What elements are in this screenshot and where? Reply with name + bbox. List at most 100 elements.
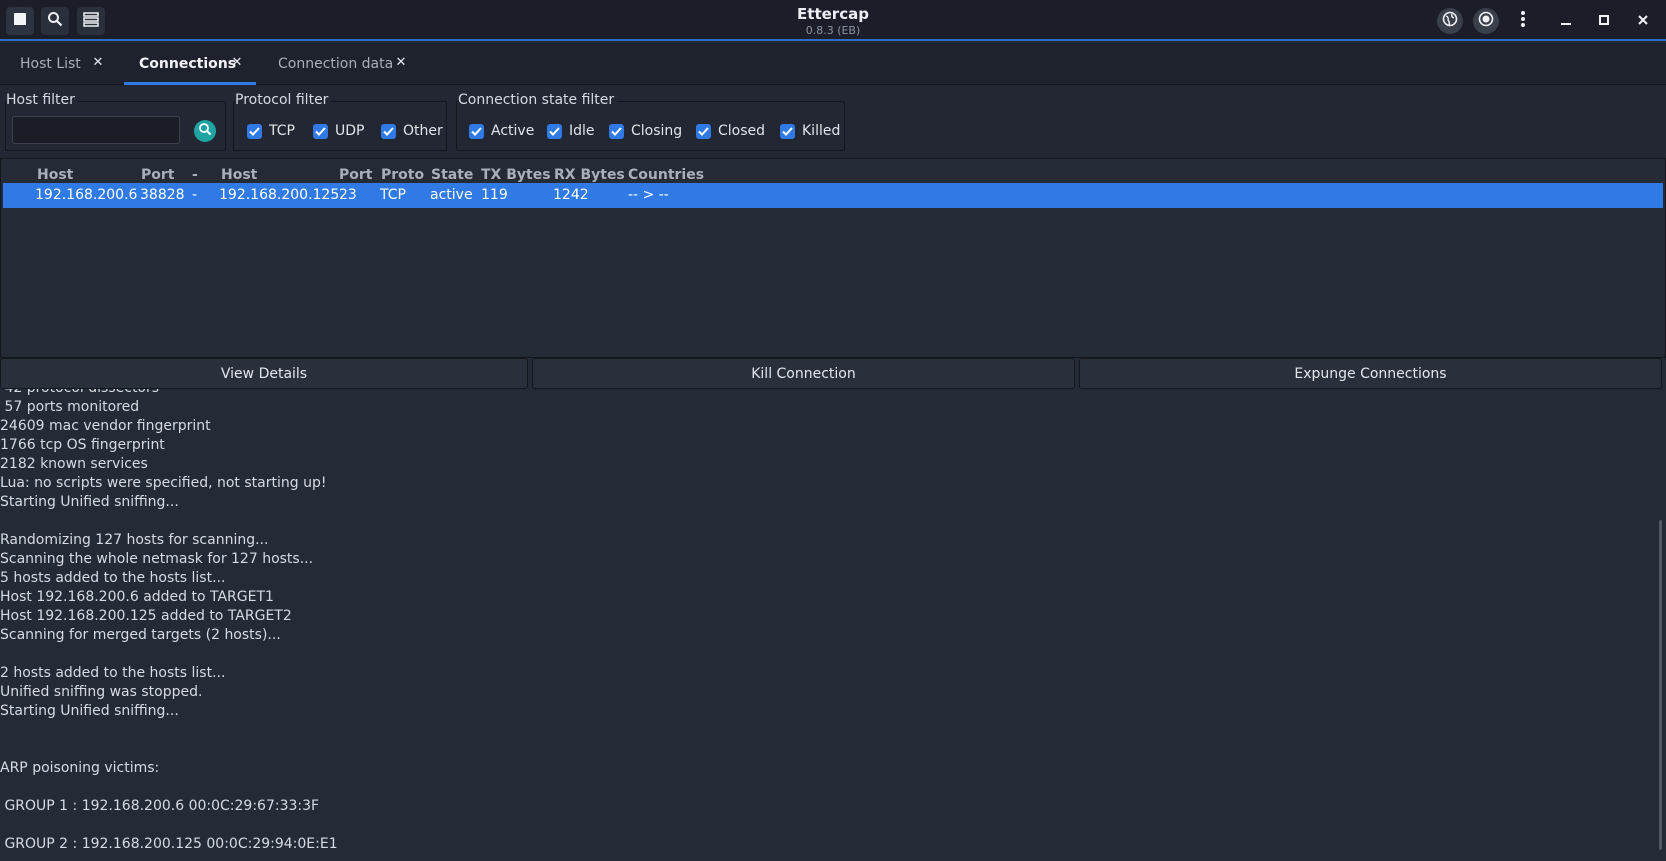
cell-rx: 1242 (553, 187, 589, 203)
cell-port2: 23 (339, 187, 357, 203)
protocol-tcp-checkbox[interactable]: TCP (247, 123, 295, 139)
header-bar: Ettercap 0.8.3 (EB) (0, 0, 1666, 41)
log-panel[interactable]: 42 protocol dissectors 57 ports monitore… (0, 389, 1666, 859)
log-line: ARP poisoning victims: (0, 760, 160, 776)
checkmark-icon (609, 123, 624, 139)
host-filter-search-button[interactable] (194, 120, 216, 142)
log-line: 2 hosts added to the hosts list... (0, 665, 226, 681)
minimize-button[interactable] (1553, 8, 1579, 34)
host-filter-label: Host filter (6, 92, 78, 108)
protocol-other-checkbox[interactable]: Other (381, 123, 443, 139)
protocol-filter-label: Protocol filter (235, 92, 332, 108)
checkbox-label: Other (403, 123, 443, 139)
checkbox-label: Closing (631, 123, 683, 139)
log-line: Host 192.168.200.125 added to TARGET2 (0, 608, 292, 624)
checkbox-label: Active (491, 123, 535, 139)
checkbox-label: Killed (802, 123, 841, 139)
log-line: 5 hosts added to the hosts list... (0, 570, 226, 586)
view-details-button[interactable]: View Details (0, 358, 528, 389)
tab-label: Connection data (278, 56, 394, 72)
column-header-rx-bytes[interactable]: RX Bytes (554, 167, 625, 183)
tab-label: Host List (20, 56, 81, 72)
maximize-icon (1598, 12, 1610, 30)
cell-port1: 38828 (140, 187, 185, 203)
checkmark-icon (247, 123, 262, 139)
log-scrollbar[interactable] (1659, 520, 1662, 850)
record-icon (1478, 11, 1494, 31)
protocol-udp-checkbox[interactable]: UDP (313, 123, 364, 139)
cell-tx: 119 (481, 187, 508, 203)
column-header-countries[interactable]: Countries (628, 167, 704, 183)
log-line: Lua: no scripts were specified, not star… (0, 475, 327, 491)
column-header-proto[interactable]: Proto (381, 167, 424, 183)
checkmark-icon (780, 123, 795, 139)
state-idle-checkbox[interactable]: Idle (547, 123, 595, 139)
column-header-host[interactable]: Host (221, 167, 257, 183)
maximize-button[interactable] (1591, 8, 1617, 34)
kill-connection-button[interactable]: Kill Connection (532, 358, 1075, 389)
log-line: GROUP 1 : 192.168.200.6 00:0C:29:67:33:3… (0, 798, 320, 814)
log-line: Randomizing 127 hosts for scanning... (0, 532, 269, 548)
log-line: Scanning the whole netmask for 127 hosts… (0, 551, 314, 567)
tab-label: Connections (139, 56, 237, 72)
log-line: GROUP 2 : 192.168.200.125 00:0C:29:94:0E… (0, 836, 338, 852)
state-closed-checkbox[interactable]: Closed (696, 123, 765, 139)
tab-host-list[interactable]: Host List (20, 43, 81, 85)
column-header-separator[interactable]: - (192, 167, 198, 183)
cell-host1: 192.168.200.6 (35, 187, 138, 203)
checkmark-icon (313, 123, 328, 139)
window-subtitle: 0.8.3 (EB) (805, 24, 861, 37)
column-header-port[interactable]: Port (141, 167, 174, 183)
kebab-menu-icon (1520, 10, 1526, 32)
tab-host-list-close-icon[interactable]: ✕ (91, 56, 105, 70)
log-line: 2182 known services (0, 456, 148, 472)
cell-countries: -- > -- (628, 187, 669, 203)
log-line: 24609 mac vendor fingerprint (0, 418, 211, 434)
minimize-icon (1560, 12, 1572, 30)
cell-proto: TCP (380, 187, 406, 203)
column-header-port[interactable]: Port (339, 167, 372, 183)
checkmark-icon (696, 123, 711, 139)
tab-connections-close-icon[interactable]: ✕ (230, 56, 244, 70)
checkbox-label: UDP (335, 123, 365, 139)
log-line: 42 protocol dissectors (0, 389, 159, 398)
record-button[interactable] (1473, 8, 1499, 34)
log-line: Host 192.168.200.6 added to TARGET1 (0, 589, 274, 605)
table-row[interactable]: 192.168.200.6 38828 - 192.168.200.125 23… (3, 183, 1663, 208)
log-line: Starting Unified sniffing... (0, 703, 179, 719)
checkmark-icon (469, 123, 484, 139)
log-line: Starting Unified sniffing... (0, 494, 179, 510)
column-header-state[interactable]: State (431, 167, 473, 183)
column-header-host[interactable]: Host (37, 167, 73, 183)
host-filter-input[interactable] (12, 116, 180, 144)
column-header-tx-bytes[interactable]: TX Bytes (481, 167, 551, 183)
state-killed-checkbox[interactable]: Killed (780, 123, 840, 139)
log-line: 57 ports monitored (0, 399, 140, 415)
checkbox-label: Closed (718, 123, 766, 139)
kebab-menu-button[interactable] (1510, 8, 1536, 34)
tab-bar: Host List ✕ Connections ✕ Connection dat… (0, 43, 1666, 85)
log-line: Scanning for merged targets (2 hosts)... (0, 627, 281, 643)
checkbox-label: TCP (269, 123, 295, 139)
globe-icon (1442, 11, 1458, 31)
connections-table: Host Port - Host Port Proto State TX Byt… (0, 158, 1666, 358)
cell-state: active (430, 187, 473, 203)
close-icon (1637, 12, 1649, 30)
checkbox-label: Idle (569, 123, 595, 139)
tab-connection-data-close-icon[interactable]: ✕ (394, 56, 408, 70)
state-active-checkbox[interactable]: Active (469, 123, 534, 139)
log-line: 1766 tcp OS fingerprint (0, 437, 165, 453)
checkmark-icon (547, 123, 562, 139)
window-title: Ettercap (797, 5, 869, 23)
tab-connection-data[interactable]: Connection data (278, 43, 393, 85)
globe-button[interactable] (1437, 8, 1463, 34)
log-line: Unified sniffing was stopped. (0, 684, 203, 700)
search-icon (198, 122, 212, 140)
state-closing-checkbox[interactable]: Closing (609, 123, 682, 139)
cell-sep: - (192, 187, 198, 203)
state-filter-label: Connection state filter (458, 92, 618, 108)
close-window-button[interactable] (1630, 8, 1656, 34)
checkmark-icon (381, 123, 396, 139)
cell-host2: 192.168.200.125 (219, 187, 340, 203)
expunge-connections-button[interactable]: Expunge Connections (1079, 358, 1662, 389)
